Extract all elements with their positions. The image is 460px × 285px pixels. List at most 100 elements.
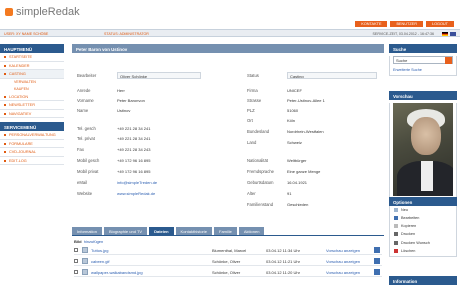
info-panel: Information xyxy=(389,276,457,285)
nav-sub-manage[interactable]: VERWALTEN xyxy=(0,79,64,86)
file-user: Schönke, Oliver xyxy=(212,270,241,275)
file-row[interactable]: wallpaper-walkabandsmd.jpg Schönke, Oliv… xyxy=(74,267,382,277)
field-value: Eine ganze Menge xyxy=(287,169,321,174)
file-row[interactable]: cabeen.gif Schönke, Oliver 03.04.12 11:2… xyxy=(74,256,382,266)
files-header: Bild hinzufügen xyxy=(74,239,103,244)
sidebar: HAUPTMENÜ STARTSEITE KALENDER CASTING VE… xyxy=(0,44,64,165)
options-title: Optionen xyxy=(389,197,457,206)
tab-contact-history[interactable]: Kontakthistorie xyxy=(175,227,212,235)
users-button[interactable]: BENUTZER xyxy=(390,21,423,27)
file-preview-link[interactable]: Vorschau anzeigen xyxy=(326,248,360,253)
preview-title: Vorschau xyxy=(389,91,457,100)
search-go-icon[interactable] xyxy=(445,57,452,64)
tab-family[interactable]: Familie xyxy=(214,227,237,235)
file-date: 03.04.12 11:20 Uhr xyxy=(266,270,300,275)
field-value: Nordrhein-Westfalen xyxy=(287,129,324,134)
file-name[interactable]: cabeen.gif xyxy=(91,259,109,264)
file-preview-link[interactable]: Vorschau anzeigen xyxy=(326,259,360,264)
tab-biography[interactable]: Biographie und TV xyxy=(104,227,148,235)
search-body: Suche Erweiterte Suche xyxy=(389,56,457,76)
field-value: Oliver Schönke xyxy=(117,72,201,79)
field-label: eMail xyxy=(77,180,88,185)
field-value: 91 xyxy=(287,191,292,196)
option-delete[interactable]: Löschen xyxy=(390,247,456,255)
options-panel: Optionen Neu Bearbeiten Kopieren Drucken… xyxy=(389,197,457,257)
field-value: +49 221 28 34 241 xyxy=(117,126,151,131)
image-file-icon xyxy=(82,269,88,275)
nav-item-start[interactable]: STARTSEITE xyxy=(0,53,64,62)
field-value: Weltbürger xyxy=(287,158,307,163)
nav-item-editlog[interactable]: EDIT-LOG xyxy=(0,157,64,165)
main-menu-title: HAUPTMENÜ xyxy=(0,44,64,53)
nav-item-location[interactable]: LOCATION xyxy=(0,93,64,101)
nav-item-newsletter[interactable]: NEWSLETTER xyxy=(0,101,64,110)
tab-information[interactable]: Information xyxy=(72,227,103,235)
edit-icon xyxy=(394,215,398,220)
logo-mark-icon xyxy=(5,8,13,16)
tab-files[interactable]: Dateien xyxy=(149,227,174,235)
nav-item-cvd[interactable]: CVD-JOURNAL xyxy=(0,148,64,157)
file-checkbox[interactable] xyxy=(74,259,78,263)
top-buttons: KONTAKTE BENUTZER LOGOUT xyxy=(355,21,454,27)
contacts-button[interactable]: KONTAKTE xyxy=(355,21,388,27)
field-value: Peter Baronvon xyxy=(117,98,145,103)
field-value: 51060 xyxy=(287,108,299,113)
field-value[interactable]: info@simpleTreden.de xyxy=(117,180,157,185)
field-label: Bundesland xyxy=(247,129,270,134)
nav-item-navigation[interactable]: NAVIGATIEV xyxy=(0,110,64,118)
field-value: Schweiz xyxy=(287,140,302,145)
search-title: Suche xyxy=(389,44,457,53)
search-input[interactable]: Suche xyxy=(393,56,453,64)
image-file-icon xyxy=(82,258,88,264)
german-flag-icon[interactable] xyxy=(442,32,448,36)
field-value: Köln xyxy=(287,118,296,123)
logout-button[interactable]: LOGOUT xyxy=(425,21,454,27)
file-row[interactable]: Tuttos.jpg Blumenthal, Marcel 03.04.12 1… xyxy=(74,245,382,255)
field-label: Fremdsprache xyxy=(247,169,274,174)
add-file-link[interactable]: hinzufügen xyxy=(84,239,104,244)
page-title: Peter Baron von Ustinov xyxy=(72,44,384,53)
option-copy[interactable]: Kopieren xyxy=(390,223,456,231)
edit-icon[interactable] xyxy=(374,269,380,275)
copy-icon xyxy=(394,224,398,229)
option-print[interactable]: Drucken xyxy=(390,231,456,239)
files-label: Bild xyxy=(74,239,82,244)
nav-item-casting[interactable]: CASTING xyxy=(0,70,64,79)
field-label: Firma xyxy=(247,88,258,93)
tab-actions[interactable]: Aktionen xyxy=(238,227,265,235)
field-label: Land xyxy=(247,140,257,145)
field-label: Website xyxy=(77,191,93,196)
file-name[interactable]: wallpaper-walkabandsmd.jpg xyxy=(91,270,143,275)
field-label: Anrede xyxy=(77,88,91,93)
profile-photo xyxy=(393,103,453,196)
field-label: Fax xyxy=(77,147,84,152)
detail-tabs: Information Biographie und TV Dateien Ko… xyxy=(72,227,265,235)
field-label: Alter xyxy=(247,191,256,196)
service-menu-title: SERVICEMENÜ xyxy=(0,122,64,131)
preview-body xyxy=(389,103,457,200)
app-header: simpleRedak KONTAKTE BENUTZER LOGOUT xyxy=(0,0,460,27)
edit-icon[interactable] xyxy=(374,258,380,264)
nav-item-forms[interactable]: FORMULARE xyxy=(0,140,64,148)
option-new[interactable]: Neu xyxy=(390,206,456,214)
nav-item-personal[interactable]: PERSONALVERWALTUNG xyxy=(0,131,64,140)
edit-icon[interactable] xyxy=(374,247,380,253)
file-name[interactable]: Tuttos.jpg xyxy=(91,248,108,253)
advanced-search-link[interactable]: Erweiterte Suche xyxy=(390,67,456,75)
file-date: 03.04.12 11:21 Uhr xyxy=(266,259,300,264)
field-value: 16.04.1921 xyxy=(287,180,308,185)
field-label: Tel. gesch xyxy=(77,126,96,131)
nav-item-calendar[interactable]: KALENDER xyxy=(0,62,64,70)
app-logo[interactable]: simpleRedak xyxy=(5,6,80,18)
file-checkbox[interactable] xyxy=(74,248,78,252)
file-preview-link[interactable]: Vorschau anzeigen xyxy=(326,270,360,275)
field-value: +49 221 28 34 243 xyxy=(117,147,151,152)
nav-sub-buy[interactable]: KAUFEN xyxy=(0,86,64,93)
english-flag-icon[interactable] xyxy=(450,32,456,36)
field-value[interactable]: www.simpleRedak.de xyxy=(117,191,155,196)
option-print-custom[interactable]: Drucken Wunsch xyxy=(390,239,456,247)
option-edit[interactable]: Bearbeiten xyxy=(390,214,456,222)
file-checkbox[interactable] xyxy=(74,270,78,274)
field-label: Geburtsdatum xyxy=(247,180,274,185)
field-label: Mobil gesch xyxy=(77,158,100,163)
